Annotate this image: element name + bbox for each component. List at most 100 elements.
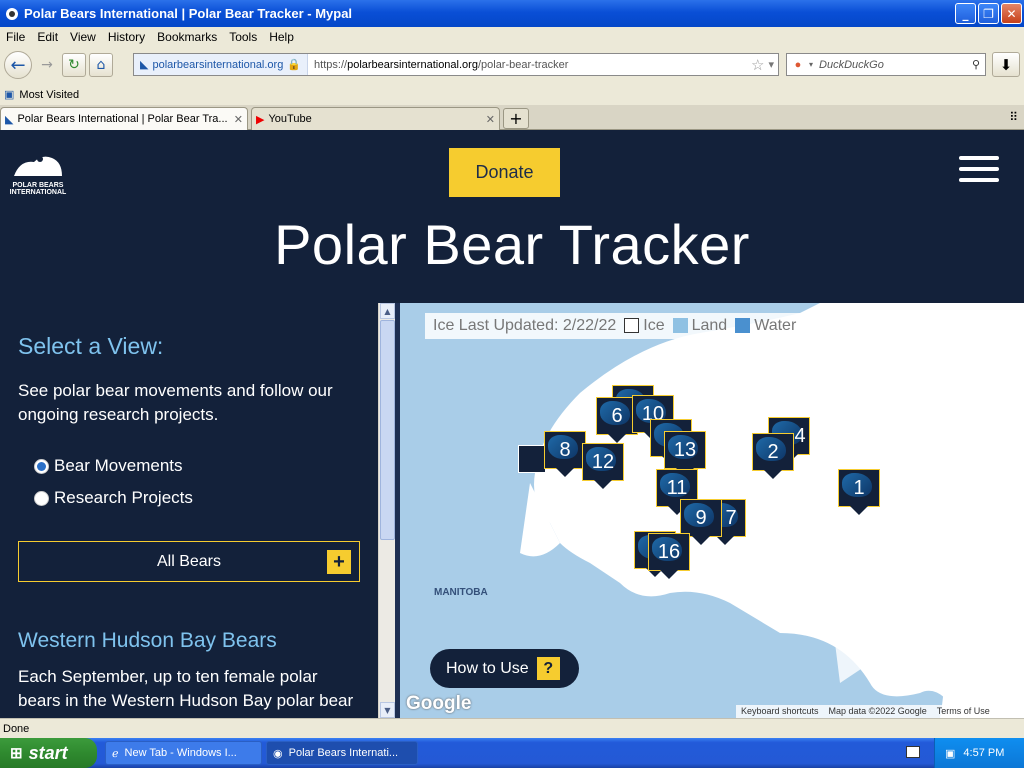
page-title: Polar Bear Tracker <box>274 213 750 276</box>
scroll-down-icon[interactable]: ▼ <box>380 702 395 718</box>
tab-youtube[interactable]: ▶ YouTube ✕ <box>251 107 500 130</box>
menu-help[interactable]: Help <box>263 30 300 44</box>
bookmark-star-icon[interactable]: ☆ <box>747 56 768 74</box>
sidebar-title: Select a View: <box>18 333 164 359</box>
how-to-use-button[interactable]: How to Use ? <box>430 649 579 688</box>
legend-ice-label: Ice <box>643 317 665 334</box>
tab-close-icon[interactable]: ✕ <box>234 113 243 126</box>
mypal-icon: ◉ <box>273 747 283 760</box>
tab-label: YouTube <box>268 113 312 125</box>
all-bears-dropdown[interactable]: All Bears + <box>18 541 360 582</box>
tab-polar-bears[interactable]: ◣ Polar Bears International | Polar Bear… <box>0 107 248 130</box>
ice-updated-text: Ice Last Updated: 2/22/22 <box>433 317 617 334</box>
task-label: Polar Bears Internati... <box>288 747 399 759</box>
taskbar-item-mypal[interactable]: ◉ Polar Bears Internati... <box>266 741 418 765</box>
plus-icon[interactable]: + <box>327 550 351 574</box>
menu-tools[interactable]: Tools <box>223 30 263 44</box>
most-visited-icon: ▣ <box>4 89 15 101</box>
keyboard-icon[interactable] <box>906 746 920 758</box>
legend-water: Water <box>735 317 796 335</box>
start-label: start <box>28 742 68 763</box>
minimize-button[interactable]: _ <box>955 3 976 24</box>
radio-label: Bear Movements <box>54 456 183 475</box>
search-box[interactable]: ● ▾ DuckDuckGo ⚲ <box>786 53 986 76</box>
url-text[interactable]: https://polarbearsinternational.org/pola… <box>308 59 747 71</box>
clock: 4:57 PM <box>963 747 1005 759</box>
bear-marker-2[interactable]: 2 <box>752 433 794 479</box>
forward-button[interactable]: → <box>35 53 59 77</box>
scroll-up-icon[interactable]: ▲ <box>380 303 395 319</box>
ie-icon: ℯ <box>112 747 119 760</box>
legend-water-label: Water <box>754 317 797 334</box>
menu-edit[interactable]: Edit <box>31 30 64 44</box>
url-prefix: https:// <box>314 58 348 71</box>
address-bar[interactable]: ◣ polarbearsinternational.org 🔒 https://… <box>133 53 779 76</box>
hamburger-menu-icon[interactable] <box>959 156 999 182</box>
site-identity[interactable]: ◣ polarbearsinternational.org 🔒 <box>134 54 309 75</box>
system-tray: ▣ 4:57 PM <box>934 738 1024 768</box>
tab-strip: ◣ Polar Bears International | Polar Bear… <box>0 105 1024 130</box>
bear-marker-12[interactable]: 12 <box>582 443 624 489</box>
site-header: POLAR BEARS INTERNATIONAL Donate Polar B… <box>0 130 1024 302</box>
taskbar-item-ie[interactable]: ℯ New Tab - Windows I... <box>105 741 262 765</box>
bear-marker-16[interactable]: 16 <box>648 533 690 579</box>
home-button[interactable]: ⌂ <box>89 53 113 77</box>
menu-view[interactable]: View <box>64 30 102 44</box>
bear-marker-8[interactable]: 8 <box>544 431 586 477</box>
youtube-favicon-icon: ▶ <box>256 113 265 126</box>
reload-button[interactable]: ↻ <box>62 53 86 77</box>
radio-unselected-icon[interactable] <box>34 490 49 506</box>
bookmark-most-visited[interactable]: Most Visited <box>19 89 79 101</box>
menu-history[interactable]: History <box>102 30 151 44</box>
section-heading: Western Hudson Bay Bears <box>18 629 277 652</box>
close-button[interactable]: ✕ <box>1001 3 1022 24</box>
google-logo: Google <box>406 693 472 714</box>
legend-ice: Ice <box>624 317 665 335</box>
how-to-label: How to Use <box>446 659 529 677</box>
sidebar: Select a View: See polar bear movements … <box>0 303 378 718</box>
downloads-button[interactable]: ⬇ <box>992 52 1020 77</box>
research-station-icon[interactable] <box>518 445 546 473</box>
window-titlebar: Polar Bears International | Polar Bear T… <box>0 0 1024 27</box>
engine-dropdown-icon[interactable]: ▾ <box>809 60 813 69</box>
status-bar: Done <box>0 718 1024 738</box>
back-button[interactable]: ← <box>4 51 32 79</box>
map-data-credit: Map data ©2022 Google <box>823 705 932 718</box>
tracker-map[interactable]: Ice Last Updated: 2/22/22 Ice Land Water… <box>400 303 1024 718</box>
scroll-thumb[interactable] <box>380 320 395 540</box>
keyboard-shortcuts-link[interactable]: Keyboard shortcuts <box>736 705 824 718</box>
pbi-logo[interactable]: POLAR BEARS INTERNATIONAL <box>8 150 68 196</box>
sidebar-scrollbar[interactable]: ▲ ▼ <box>378 303 395 718</box>
radio-research-projects[interactable]: Research Projects <box>34 488 193 508</box>
terms-of-use-link[interactable]: Terms of Use <box>931 705 995 718</box>
site-favicon-icon: ◣ <box>140 59 149 71</box>
donate-button[interactable]: Donate <box>449 148 560 197</box>
duckduckgo-icon[interactable]: ● <box>787 59 809 71</box>
maximize-button[interactable]: ❐ <box>978 3 999 24</box>
tab-label: Polar Bears International | Polar Bear T… <box>17 113 228 125</box>
windows-logo-icon: ⊞ <box>10 745 23 762</box>
menu-bookmarks[interactable]: Bookmarks <box>151 30 223 44</box>
bear-marker-1[interactable]: 1 <box>838 469 880 515</box>
search-input[interactable]: DuckDuckGo <box>819 59 972 71</box>
start-button[interactable]: ⊞ start <box>0 738 97 768</box>
menu-bar: File Edit View History Bookmarks Tools H… <box>0 27 1024 46</box>
help-icon: ? <box>536 657 560 680</box>
search-icon[interactable]: ⚲ <box>972 58 985 71</box>
map-footer: Keyboard shortcuts Map data ©2022 Google… <box>736 705 995 718</box>
url-path: /polar-bear-tracker <box>477 58 569 71</box>
dropdown-arrow-icon[interactable]: ▾ <box>768 58 778 71</box>
status-text: Done <box>3 722 30 735</box>
web-page: POLAR BEARS INTERNATIONAL Donate Polar B… <box>0 130 1024 718</box>
radio-selected-icon[interactable] <box>34 458 49 474</box>
radio-bear-movements[interactable]: Bear Movements <box>34 456 183 476</box>
section-paragraph: Each September, up to ten female polar b… <box>18 667 354 710</box>
tab-close-icon[interactable]: ✕ <box>486 113 495 126</box>
tab-list-icon[interactable]: ⠿ <box>1009 110 1018 124</box>
new-tab-button[interactable]: + <box>503 108 529 129</box>
browser-app-icon <box>4 6 20 22</box>
network-icon[interactable]: ▣ <box>945 747 955 760</box>
radio-label: Research Projects <box>54 488 193 507</box>
legend-land: Land <box>672 317 727 335</box>
menu-file[interactable]: File <box>0 30 31 44</box>
